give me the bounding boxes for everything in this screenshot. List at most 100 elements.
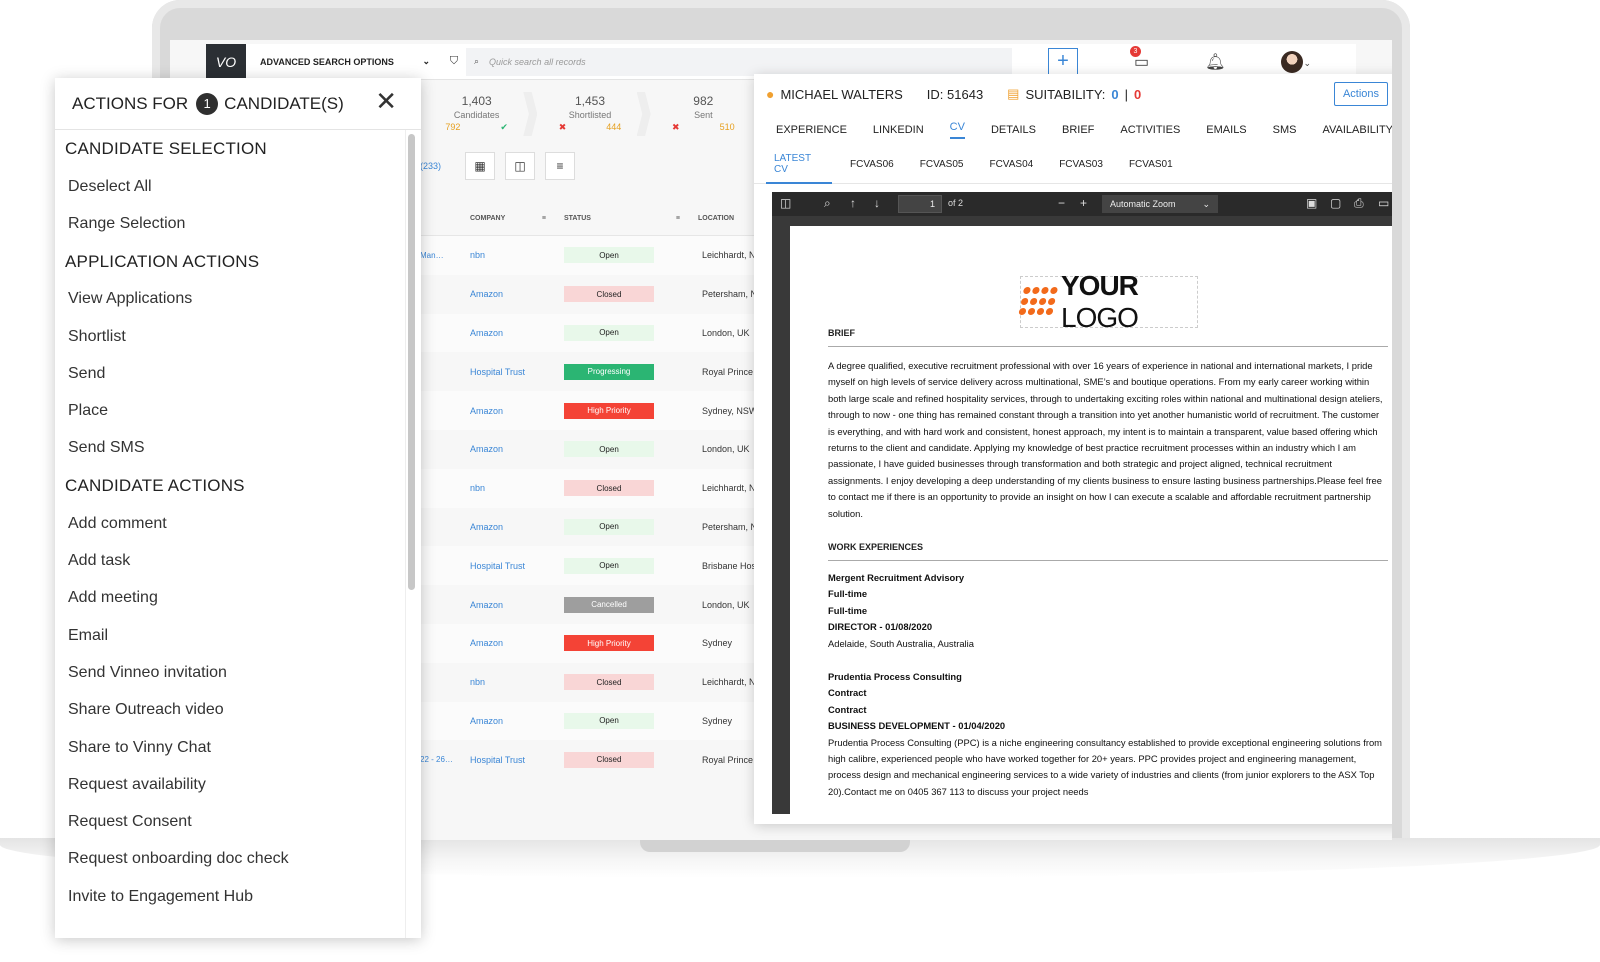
column-status[interactable]: STATUS ≡ bbox=[552, 215, 686, 222]
tab-brief[interactable]: BRIEF bbox=[1062, 124, 1094, 136]
tab-activities[interactable]: ACTIVITIES bbox=[1120, 124, 1180, 136]
action-send-sms[interactable]: Send SMS bbox=[55, 430, 407, 467]
table-row[interactable]: Amazon High Priority Sydney, NSW bbox=[420, 391, 760, 430]
table-row[interactable]: nbn Closed Leichhardt, NSW bbox=[420, 662, 760, 702]
company-cell[interactable]: Hospital Trust bbox=[470, 367, 552, 377]
company-cell[interactable]: Hospital Trust bbox=[470, 755, 552, 765]
sidebar-toggle-icon[interactable]: ◫ bbox=[780, 196, 791, 210]
chat-icon[interactable]: ▭ 3 bbox=[1130, 45, 1149, 72]
quick-search-input[interactable]: ⌕ Quick search all records bbox=[466, 47, 1012, 76]
table-row[interactable]: Amazon Open London, UK bbox=[420, 429, 760, 469]
tab-details[interactable]: DETAILS bbox=[991, 124, 1036, 136]
download-icon[interactable]: ▭ bbox=[1378, 196, 1389, 210]
table-row[interactable]: Man…nbn Open Leichhardt, NSW bbox=[420, 236, 760, 275]
action-place[interactable]: Place bbox=[55, 392, 407, 429]
actions-button[interactable]: Actions bbox=[1334, 82, 1388, 106]
filter-icon[interactable]: ⛉ bbox=[442, 55, 466, 68]
company-cell[interactable]: Amazon bbox=[470, 444, 552, 454]
action-shortlist[interactable]: Shortlist bbox=[55, 318, 407, 355]
action-email[interactable]: Email bbox=[55, 617, 407, 654]
company-cell[interactable]: Amazon bbox=[470, 328, 552, 338]
arrow-up-icon[interactable]: ↑ bbox=[850, 196, 856, 210]
zoom-in-icon[interactable]: + bbox=[1080, 196, 1087, 210]
table-row[interactable]: 22 - 26… Hospital Trust Closed Royal Prince… bbox=[420, 740, 760, 780]
action-range-selection[interactable]: Range Selection bbox=[55, 205, 407, 242]
tab-sms[interactable]: SMS bbox=[1273, 124, 1297, 136]
table-row[interactable]: Amazon Open London, UK bbox=[420, 313, 760, 353]
action-send-vinneo-invitation[interactable]: Send Vinneo invitation bbox=[55, 654, 407, 691]
status-badge: Closed bbox=[564, 480, 654, 497]
table-row[interactable]: Amazon Closed Petersham, NSW bbox=[420, 274, 760, 314]
action-request-consent[interactable]: Request Consent bbox=[55, 803, 407, 840]
company-cell[interactable]: Amazon bbox=[470, 522, 552, 532]
open-file-icon[interactable]: ▢ bbox=[1330, 196, 1341, 210]
column-location[interactable]: LOCATION bbox=[686, 215, 734, 222]
print-icon[interactable]: ⎙ bbox=[1354, 196, 1364, 211]
company-cell[interactable]: nbn bbox=[470, 677, 552, 687]
location-cell: Petersham, NSW bbox=[702, 521, 760, 532]
tab-emails[interactable]: EMAILS bbox=[1206, 124, 1246, 136]
cv-tab-fcvas01[interactable]: FCVAS01 bbox=[1121, 146, 1181, 184]
filter-icon[interactable]: ≡ bbox=[676, 215, 680, 222]
close-icon[interactable]: ✕ bbox=[375, 88, 397, 114]
action-invite-to-engagement-hub[interactable]: Invite to Engagement Hub bbox=[55, 878, 407, 915]
bell-icon[interactable]: 🔔︎ bbox=[1205, 52, 1225, 72]
action-add-task[interactable]: Add task bbox=[55, 542, 407, 579]
zoom-out-icon[interactable]: − bbox=[1058, 196, 1065, 210]
tab-experience[interactable]: EXPERIENCE bbox=[776, 124, 847, 136]
filter-icon[interactable]: ≡ bbox=[542, 215, 546, 222]
cv-tab-fcvas04[interactable]: FCVAS04 bbox=[981, 146, 1041, 184]
company-cell[interactable]: Amazon bbox=[470, 289, 552, 299]
company-cell[interactable]: Hospital Trust bbox=[470, 561, 552, 571]
company-cell[interactable]: Amazon bbox=[470, 600, 552, 610]
action-view-applications[interactable]: View Applications bbox=[55, 281, 407, 318]
job-title-cell[interactable]: Man… bbox=[420, 251, 470, 260]
table-row[interactable]: Amazon Open Sydney bbox=[420, 701, 760, 741]
calendar-button[interactable]: ▦ bbox=[465, 152, 496, 180]
table-row[interactable]: Amazon Cancelled London, UK bbox=[420, 585, 760, 624]
tab-cv[interactable]: CV bbox=[949, 121, 965, 139]
tab-availability[interactable]: AVAILABILITY bbox=[1323, 124, 1393, 136]
user-menu[interactable]: ⌄ bbox=[1281, 50, 1311, 73]
action-add-meeting[interactable]: Add meeting bbox=[55, 580, 407, 617]
page-number-input[interactable]: 1 bbox=[898, 195, 942, 213]
column-company[interactable]: COMPANY ≡ bbox=[420, 215, 552, 222]
table-row[interactable]: Hospital Trust Progressing Royal Prince Ho bbox=[420, 352, 760, 392]
columns-button[interactable]: ◫ bbox=[505, 152, 536, 180]
action-share-outreach-video[interactable]: Share Outreach video bbox=[55, 692, 407, 729]
action-add-comment[interactable]: Add comment bbox=[55, 505, 407, 542]
arrow-down-icon[interactable]: ↓ bbox=[874, 196, 880, 210]
job-title-cell[interactable]: 22 - 26… bbox=[420, 755, 470, 764]
action-request-onboarding-doc-check[interactable]: Request onboarding doc check bbox=[55, 841, 407, 878]
company-cell[interactable]: nbn bbox=[470, 483, 552, 493]
table-row[interactable]: Hospital Trust Open Brisbane Hospit bbox=[420, 546, 760, 586]
tab-linkedin[interactable]: LINKEDIN bbox=[873, 124, 924, 136]
cv-tab-fcvas03[interactable]: FCVAS03 bbox=[1051, 146, 1111, 184]
cv-tab-latest-cv[interactable]: LATEST CV bbox=[766, 146, 832, 184]
company-cell[interactable]: nbn bbox=[470, 250, 552, 260]
stat-pending: 792 bbox=[445, 122, 461, 132]
company-cell[interactable]: Amazon bbox=[470, 638, 552, 648]
table-row[interactable]: Amazon High Priority Sydney bbox=[420, 623, 760, 663]
zoom-select[interactable]: Automatic Zoom ⌄ bbox=[1102, 195, 1218, 213]
company-cell[interactable]: Amazon bbox=[470, 406, 552, 416]
stat-shortlisted[interactable]: 1,453 Shortlisted ✖ 444 bbox=[533, 88, 651, 144]
filter-button[interactable]: ≡ bbox=[545, 152, 576, 180]
cv-tab-fcvas05[interactable]: FCVAS05 bbox=[912, 146, 972, 184]
cv-tab-fcvas06[interactable]: FCVAS06 bbox=[842, 146, 902, 184]
action-deselect-all[interactable]: Deselect All bbox=[55, 168, 407, 205]
table-row[interactable]: Amazon Open Petersham, NSW bbox=[420, 507, 760, 547]
action-send[interactable]: Send bbox=[55, 355, 407, 392]
action-share-to-vinny-chat[interactable]: Share to Vinny Chat bbox=[55, 729, 407, 766]
scrollbar[interactable] bbox=[408, 134, 415, 590]
table-row[interactable]: nbn Closed Leichhardt, NSW bbox=[420, 468, 760, 508]
presentation-icon[interactable]: ▣ bbox=[1306, 196, 1317, 210]
stat-sent[interactable]: 982 Sent ✖ 510 bbox=[647, 88, 760, 144]
advanced-search-dropdown[interactable]: ADVANCED SEARCH OPTIONS ⌄ bbox=[246, 56, 442, 67]
add-new-button[interactable]: + bbox=[1048, 47, 1078, 76]
company-cell[interactable]: Amazon bbox=[470, 716, 552, 726]
action-request-availability[interactable]: Request availability bbox=[55, 766, 407, 803]
status-cell: Closed bbox=[552, 286, 686, 303]
search-icon[interactable]: ⌕ bbox=[824, 196, 831, 211]
stat-candidates[interactable]: 1,403 Candidates 792 ✔ bbox=[420, 88, 538, 144]
